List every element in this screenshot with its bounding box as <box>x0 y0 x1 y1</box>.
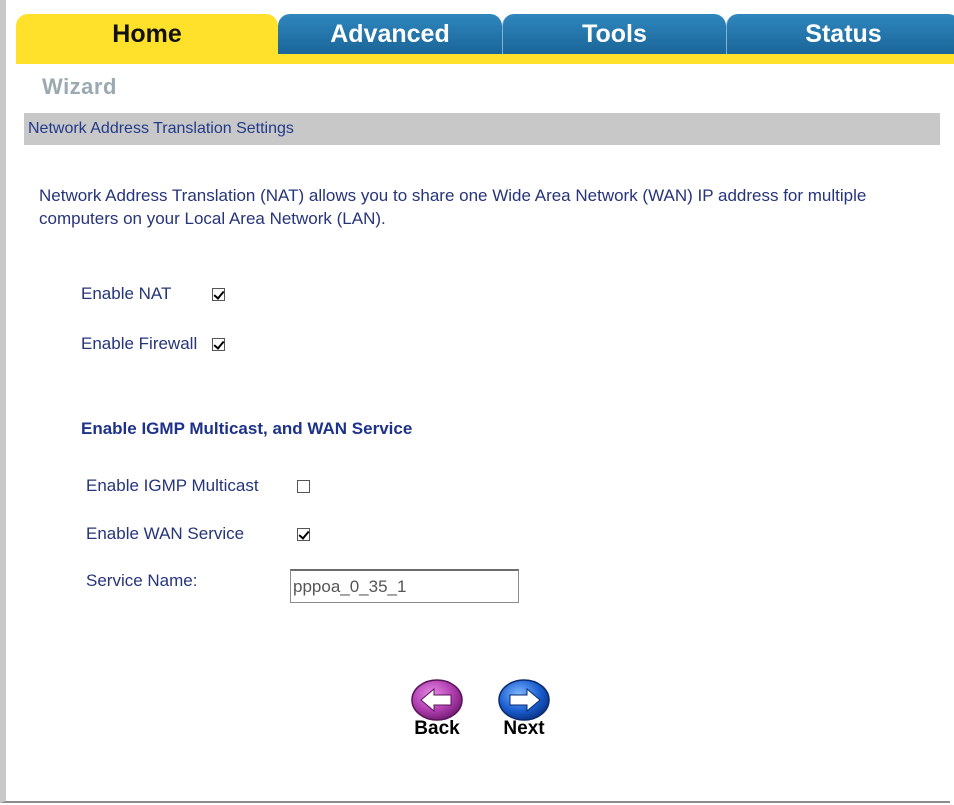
enable-wan-service-checkbox[interactable] <box>297 527 310 541</box>
enable-wan-service-row: Enable WAN Service <box>86 524 310 544</box>
next-arrow-icon <box>498 679 550 721</box>
page-frame: Home Advanced Tools Status Wizard Networ… <box>0 0 954 803</box>
section-title: Network Address Translation Settings <box>28 120 294 137</box>
tab-advanced[interactable]: Advanced <box>278 14 502 54</box>
enable-firewall-row: Enable Firewall <box>81 334 225 354</box>
next-label: Next <box>503 718 545 739</box>
tab-status-label: Status <box>805 19 882 48</box>
section-header: Network Address Translation Settings <box>24 113 940 145</box>
enable-igmp-label: Enable IGMP Multicast <box>86 476 259 495</box>
enable-firewall-label: Enable Firewall <box>81 334 198 353</box>
enable-nat-row: Enable NAT <box>81 284 225 304</box>
tab-home-label: Home <box>112 19 182 48</box>
back-label: Back <box>414 718 460 739</box>
enable-igmp-checkbox[interactable] <box>297 479 310 493</box>
tab-home[interactable]: Home <box>16 14 278 54</box>
tab-underline-bar <box>16 54 954 64</box>
igmp-wan-heading: Enable IGMP Multicast, and WAN Service <box>81 419 413 438</box>
page-title: Wizard <box>42 74 117 99</box>
back-button[interactable]: Back <box>407 678 467 740</box>
enable-nat-checkbox[interactable] <box>212 287 225 301</box>
main-tab-bar: Home Advanced Tools Status <box>16 14 954 54</box>
back-arrow-icon <box>411 679 463 721</box>
enable-wan-service-label: Enable WAN Service <box>86 524 245 543</box>
enable-firewall-checkbox[interactable] <box>212 337 225 351</box>
service-name-input[interactable] <box>290 569 519 603</box>
enable-igmp-row: Enable IGMP Multicast <box>86 476 310 496</box>
service-name-row: Service Name: <box>86 571 197 591</box>
tab-advanced-label: Advanced <box>330 19 450 48</box>
tab-tools-label: Tools <box>582 19 647 48</box>
nat-description: Network Address Translation (NAT) allows… <box>39 186 867 228</box>
service-name-label: Service Name: <box>86 571 198 590</box>
tab-tools[interactable]: Tools <box>502 14 726 54</box>
next-button[interactable]: Next <box>494 678 554 740</box>
enable-nat-label: Enable NAT <box>81 284 172 303</box>
tab-status[interactable]: Status <box>726 14 954 54</box>
